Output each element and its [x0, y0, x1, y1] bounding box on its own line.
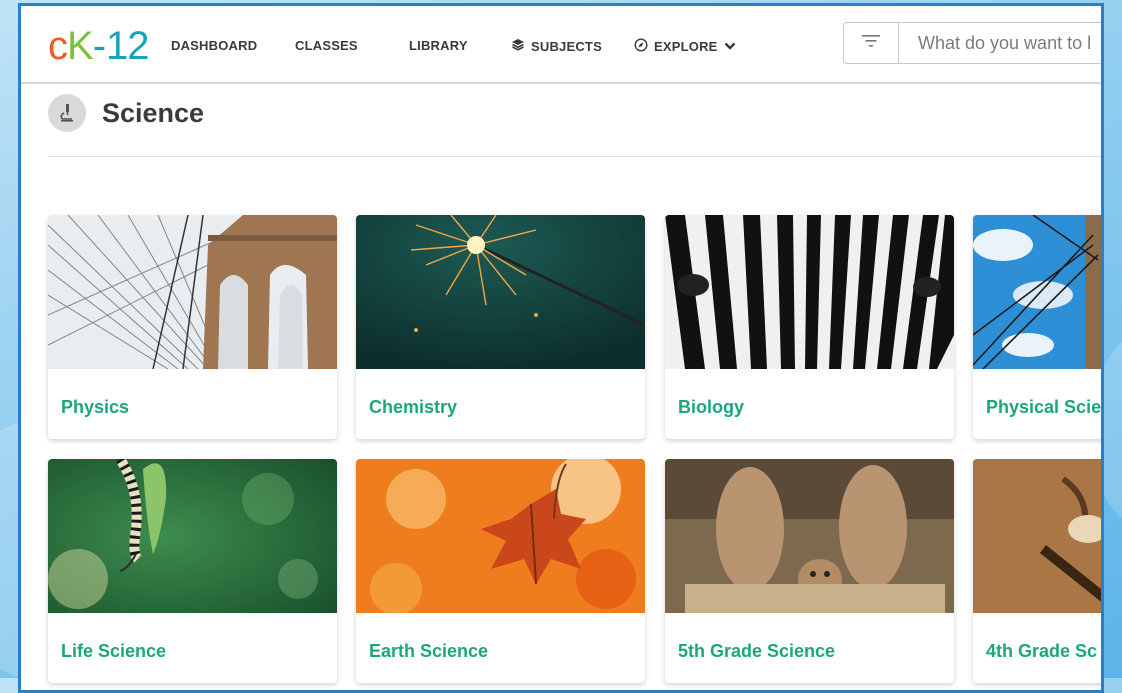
subject-card-physical-science[interactable]: Physical Scie [973, 215, 1102, 439]
chevron-down-icon [724, 39, 736, 54]
card-label: 5th Grade Science [678, 641, 836, 661]
nav-library-label: LIBRARY [409, 38, 468, 53]
ck12-logo[interactable]: c K - 12 [48, 22, 150, 68]
subject-header: Science [48, 94, 204, 132]
nav-dashboard[interactable]: DASHBOARD [171, 38, 257, 53]
power-lines-image [973, 215, 1101, 369]
sparkler-image [356, 215, 645, 369]
card-label: Physical Scie [986, 397, 1102, 417]
zebra-image [665, 215, 954, 369]
subject-card-physics[interactable]: Physics [48, 215, 337, 439]
header-divider [48, 156, 1101, 157]
logo-num: 12 [106, 24, 149, 68]
top-navbar: c K - 12 DASHBOARD CLASSES LIBRARY SUBJE… [21, 6, 1101, 84]
meerkats-image [665, 459, 954, 613]
microscope-icon [48, 94, 86, 132]
nav-library[interactable]: LIBRARY [409, 38, 468, 53]
filter-button[interactable] [843, 22, 899, 64]
nav-subjects-label: SUBJECTS [531, 38, 602, 54]
card-label: Chemistry [369, 397, 458, 417]
search-input[interactable]: What do you want to l [898, 22, 1101, 64]
card-label: Physics [61, 397, 130, 417]
layers-icon [511, 38, 525, 54]
card-label: 4th Grade Sc [986, 641, 1098, 661]
nav-dashboard-label: DASHBOARD [171, 38, 258, 53]
card-label: Life Science [61, 641, 167, 661]
nav-explore-label: EXPLORE [654, 39, 718, 54]
card-label: Biology [678, 397, 744, 417]
nav-explore[interactable]: EXPLORE [634, 38, 736, 55]
logo-c: c [48, 24, 68, 68]
subject-card-4th-grade-science[interactable]: 4th Grade Sc [973, 459, 1101, 683]
nav-subjects[interactable]: SUBJECTS [511, 38, 602, 54]
nav-classes[interactable]: CLASSES [295, 38, 358, 53]
subject-card-earth-science[interactable]: Earth Science [356, 459, 645, 683]
compass-icon [634, 38, 648, 55]
nav-classes-label: CLASSES [295, 38, 358, 53]
subject-card-5th-grade-science[interactable]: 5th Grade Science [665, 459, 954, 683]
logo-dash: - [92, 24, 107, 68]
twig-bird-image [973, 459, 1101, 613]
subject-card-chemistry[interactable]: Chemistry [356, 215, 645, 439]
filter-icon [862, 34, 880, 53]
logo-k: K [67, 24, 94, 68]
subject-card-life-science[interactable]: Life Science [48, 459, 337, 683]
subject-card-biology[interactable]: Biology [665, 215, 954, 439]
page-title: Science [102, 97, 205, 128]
browser-window: c K - 12 DASHBOARD CLASSES LIBRARY SUBJE… [18, 3, 1104, 693]
bridge-image [48, 215, 337, 369]
caterpillar-image [48, 459, 337, 613]
autumn-leaf-image [356, 459, 645, 613]
card-label: Earth Science [369, 641, 489, 661]
